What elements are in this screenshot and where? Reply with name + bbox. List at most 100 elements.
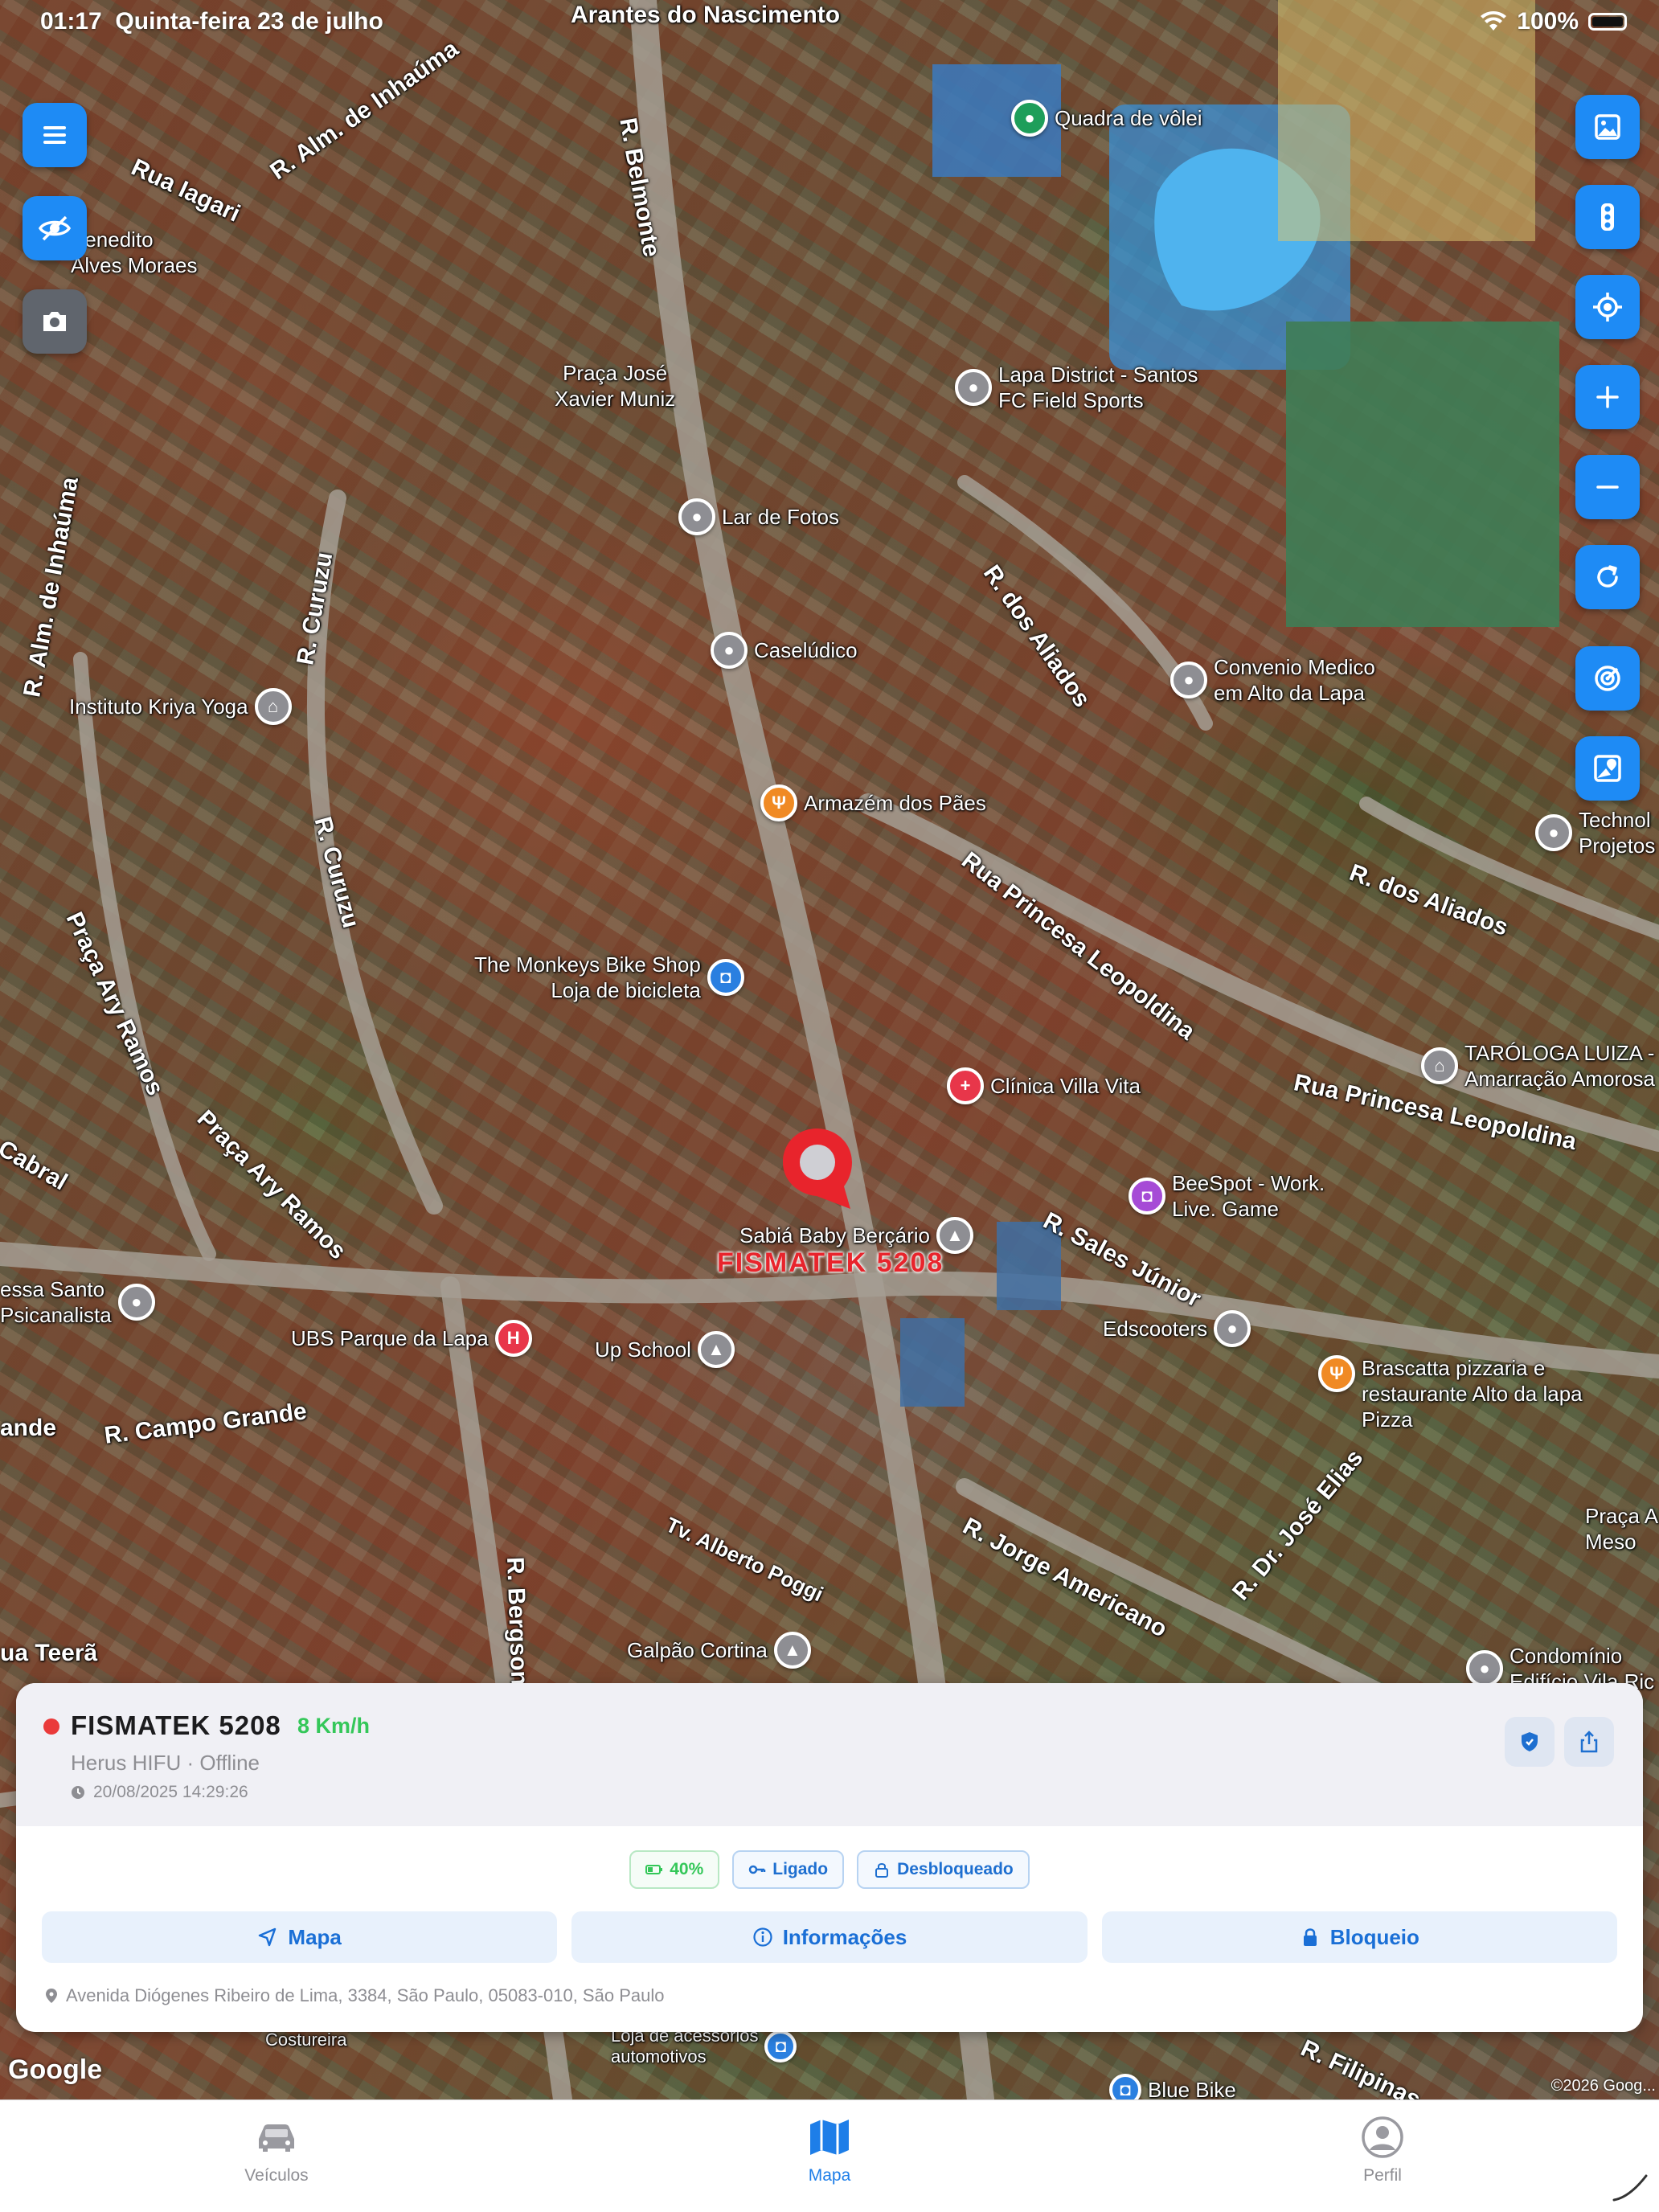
poi-marker[interactable]: + Clínica Villa Vita [947, 1067, 1141, 1104]
vehicle-card-header: FISMATEK 5208 8 Km/h Herus HIFU · Offlin… [16, 1683, 1643, 1826]
card-actions: Mapa Informações Bloqueio [42, 1911, 1617, 1963]
poi-marker[interactable]: ● Technol Projetos [1535, 807, 1655, 858]
location-pin-icon [46, 1989, 57, 2003]
poi-label: The Monkeys Bike Shop Loja de bicicleta [474, 952, 701, 1002]
camera-icon [43, 312, 66, 331]
map-button-label: Mapa [288, 1924, 342, 1949]
map-layer-icon [1595, 114, 1620, 140]
poi-marker[interactable]: ● Lar de Fotos [678, 498, 839, 535]
refresh-icon [1597, 565, 1618, 588]
vehicle-location-marker[interactable] [778, 1125, 866, 1214]
zoom-in-button[interactable] [1575, 365, 1640, 429]
locate-icon [1593, 293, 1622, 322]
poi-marker[interactable]: ▲ Up School [595, 1331, 735, 1368]
geofence-button[interactable] [1575, 736, 1640, 801]
pin-icon: ● [1214, 1310, 1251, 1347]
poi-label: Technol Projetos [1579, 808, 1656, 858]
map-pin-person-icon [1594, 755, 1621, 782]
traffic-button[interactable] [1575, 185, 1640, 249]
poi-marker[interactable]: ● Caselúdico [711, 632, 858, 669]
map-copyright: ©2026 Goog... [1550, 2077, 1656, 2095]
info-button[interactable]: Informações [571, 1911, 1088, 1963]
last-update: 20/08/2025 14:29:26 [71, 1783, 248, 1802]
poi-marker[interactable]: ● Quadra de vôlei [1011, 100, 1202, 137]
tab-map[interactable]: Mapa [749, 2115, 910, 2185]
poi-marker[interactable]: ⌂ TARÓLOGA LUIZA - Amarração Amorosa [1421, 1040, 1655, 1092]
pin-icon: ● [1535, 814, 1572, 851]
lock-icon [1303, 1928, 1317, 1946]
battery-level-icon [645, 1865, 663, 1874]
pin-icon: ● [1170, 662, 1207, 698]
status-time: 01:17 Quinta-feira 23 de julho [40, 8, 383, 35]
poi-label: Caselúdico [754, 638, 858, 662]
radar-button[interactable] [1575, 646, 1640, 711]
tab-bar: Veículos Mapa Perfil [0, 2099, 1659, 2212]
poi-marker[interactable]: H UBS Parque da Lapa [291, 1320, 532, 1357]
address-text: Avenida Diógenes Ribeiro de Lima, 3384, … [66, 1985, 665, 2005]
map-button[interactable]: Mapa [42, 1911, 558, 1963]
map-type-button[interactable] [1575, 95, 1640, 159]
poi-label: Brascatta pizzaria e restaurante Alto da… [1362, 1356, 1583, 1432]
pin-icon: ● [1011, 100, 1048, 137]
vehicle-address: Avenida Diógenes Ribeiro de Lima, 3384, … [45, 1985, 664, 2006]
vehicle-name: FISMATEK 5208 [71, 1710, 281, 1740]
vehicle-card[interactable]: FISMATEK 5208 8 Km/h Herus HIFU · Offlin… [16, 1683, 1643, 2032]
pencil-stroke-icon [1612, 2174, 1648, 2202]
info-icon [753, 1927, 772, 1947]
battery-icon [1588, 13, 1627, 31]
last-update-time: 20/08/2025 14:29:26 [93, 1783, 248, 1801]
poi-marker[interactable]: Ψ Brascatta pizzaria e restaurante Alto … [1318, 1355, 1583, 1432]
battery-chip-label: 40% [670, 1860, 704, 1878]
lock-state-chip: Desbloqueado [857, 1850, 1030, 1889]
street-label: R. Bergson [502, 1556, 533, 1686]
poi-label: essa Santo Psicanalista [0, 1277, 112, 1327]
battery-percent: 100% [1517, 8, 1579, 35]
pin-icon: ● [711, 632, 748, 669]
info-button-label: Informações [782, 1924, 907, 1949]
camera-button[interactable] [23, 289, 87, 354]
poi-label: Blue Bike [1148, 2078, 1236, 2099]
tab-vehicles[interactable]: Veículos [196, 2115, 357, 2185]
bag-icon: ◘ [1129, 1178, 1165, 1215]
my-location-button[interactable] [1575, 275, 1640, 339]
poi-marker[interactable]: ◘ Blue Bike [1109, 2074, 1236, 2099]
poi-marker[interactable]: ● essa Santo Psicanalista [0, 1276, 155, 1328]
car-icon [259, 2124, 294, 2152]
share-button[interactable] [1564, 1717, 1614, 1767]
poi-label: Edscooters [1103, 1317, 1208, 1341]
poi-marker[interactable]: ▲ Galpão Cortina [627, 1632, 811, 1669]
key-icon [749, 1865, 766, 1874]
poi-label: Lapa District - Santos FC Field Sports [998, 363, 1198, 412]
zoom-out-button[interactable] [1575, 455, 1640, 519]
traffic-light-icon [1601, 203, 1614, 231]
poi-marker[interactable]: Ψ Armazém dos Pães [760, 784, 986, 821]
lock-state-chip-label: Desbloqueado [897, 1860, 1014, 1878]
eye-off-icon [38, 215, 72, 241]
school-icon: ▲ [697, 1331, 735, 1368]
hide-layers-button[interactable] [23, 196, 87, 260]
poi-label: UBS Parque da Lapa [291, 1326, 489, 1350]
tab-profile[interactable]: Perfil [1302, 2115, 1463, 2185]
menu-icon [43, 126, 66, 144]
school-icon: ▲ [773, 1632, 811, 1669]
bag-icon: ◘ [1109, 2074, 1141, 2099]
clock-icon [72, 1786, 84, 1799]
poi-label: Lar de Fotos [722, 505, 839, 529]
tab-profile-label: Perfil [1363, 2166, 1402, 2185]
poi-marker[interactable]: ◘ BeeSpot - Work. Live. Game [1129, 1170, 1325, 1222]
tab-map-label: Mapa [808, 2166, 851, 2185]
poi-label: Armazém dos Pães [804, 791, 986, 815]
block-button[interactable]: Bloqueio [1101, 1911, 1617, 1963]
poi-label: BeeSpot - Work. Live. Game [1172, 1171, 1325, 1221]
poi-marker[interactable]: ● Edscooters [1103, 1310, 1251, 1347]
poi-marker[interactable]: ● Lapa District - Santos FC Field Sports [955, 362, 1198, 413]
shield-button[interactable] [1505, 1717, 1555, 1767]
poi-marker[interactable]: ⌂ Instituto Kriya Yoga [69, 688, 292, 725]
tab-vehicles-label: Veículos [244, 2166, 309, 2185]
battery-chip: 40% [629, 1850, 720, 1889]
refresh-button[interactable] [1575, 545, 1640, 609]
date: Quinta-feira 23 de julho [115, 8, 383, 35]
poi-marker[interactable]: ◘ The Monkeys Bike Shop Loja de biciclet… [474, 952, 744, 1003]
menu-button[interactable] [23, 103, 87, 167]
poi-marker[interactable]: ● Convenio Medico em Alto da Lapa [1170, 654, 1375, 706]
